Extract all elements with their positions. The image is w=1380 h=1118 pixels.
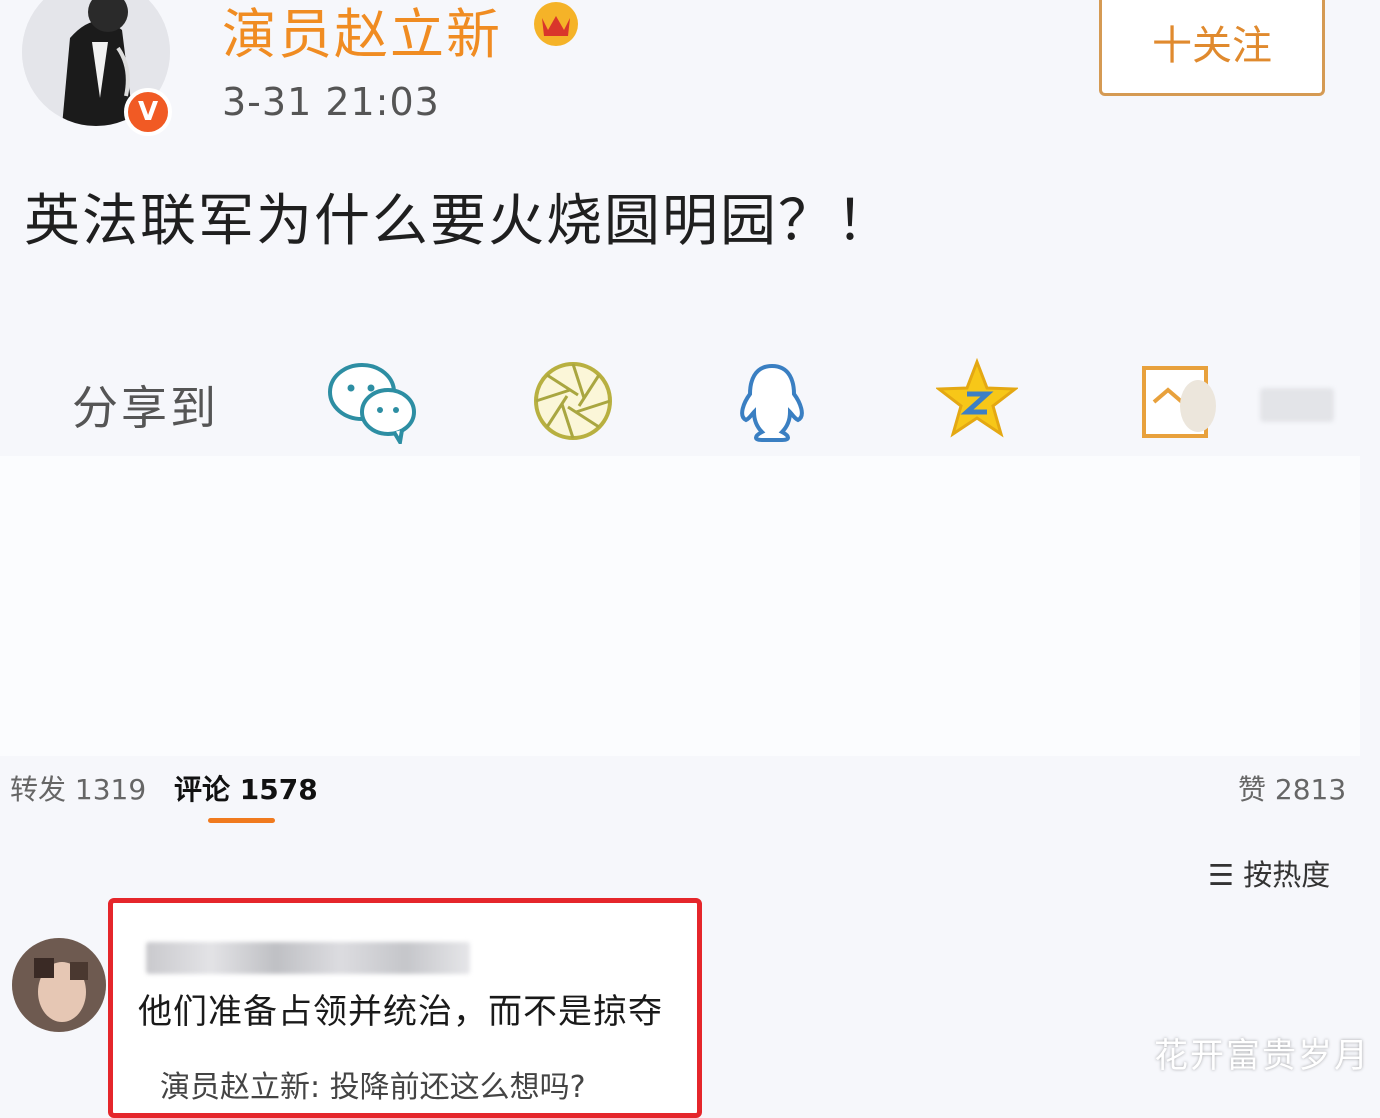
tab-likes[interactable]: 赞 2813 bbox=[1238, 768, 1346, 808]
post-timestamp: 3-31 21:03 bbox=[222, 80, 440, 124]
verified-badge-icon: V bbox=[124, 88, 172, 136]
qzone-icon[interactable] bbox=[934, 357, 1020, 444]
commenter-name-blurred bbox=[146, 942, 470, 974]
sort-label: 按热度 bbox=[1243, 858, 1331, 892]
tab-comments[interactable]: 评论 1578 bbox=[174, 768, 318, 808]
watermark: 花开富贵岁月 bbox=[1154, 1036, 1370, 1076]
commenter-avatar[interactable] bbox=[12, 938, 106, 1032]
tab-reposts[interactable]: 转发 1319 bbox=[10, 768, 146, 808]
moments-icon[interactable] bbox=[532, 360, 614, 446]
follow-button[interactable]: 十关注 bbox=[1099, 0, 1325, 96]
share-label: 分享到 bbox=[72, 381, 219, 435]
post-text: 英法联军为什么要火烧圆明园？！ bbox=[24, 189, 894, 254]
blurred-share-target bbox=[1260, 388, 1334, 422]
vip-crown-icon bbox=[530, 0, 582, 48]
comment-text: 他们准备占领并统治，而不是掠夺 bbox=[138, 992, 663, 1032]
active-tab-indicator bbox=[208, 818, 275, 823]
comment-reply-preview[interactable]: 演员赵立新: 投降前还这么想吗? bbox=[160, 1062, 586, 1106]
author-name[interactable]: 演员赵立新 bbox=[222, 0, 502, 69]
qq-icon[interactable] bbox=[736, 362, 808, 446]
wechat-icon[interactable] bbox=[326, 358, 418, 448]
more-icon[interactable] bbox=[1140, 364, 1220, 444]
sort-icon: ☰ bbox=[1208, 858, 1244, 892]
share-panel-blank bbox=[0, 456, 1360, 756]
sort-by-hot-button[interactable]: ☰ 按热度 bbox=[1208, 852, 1330, 894]
